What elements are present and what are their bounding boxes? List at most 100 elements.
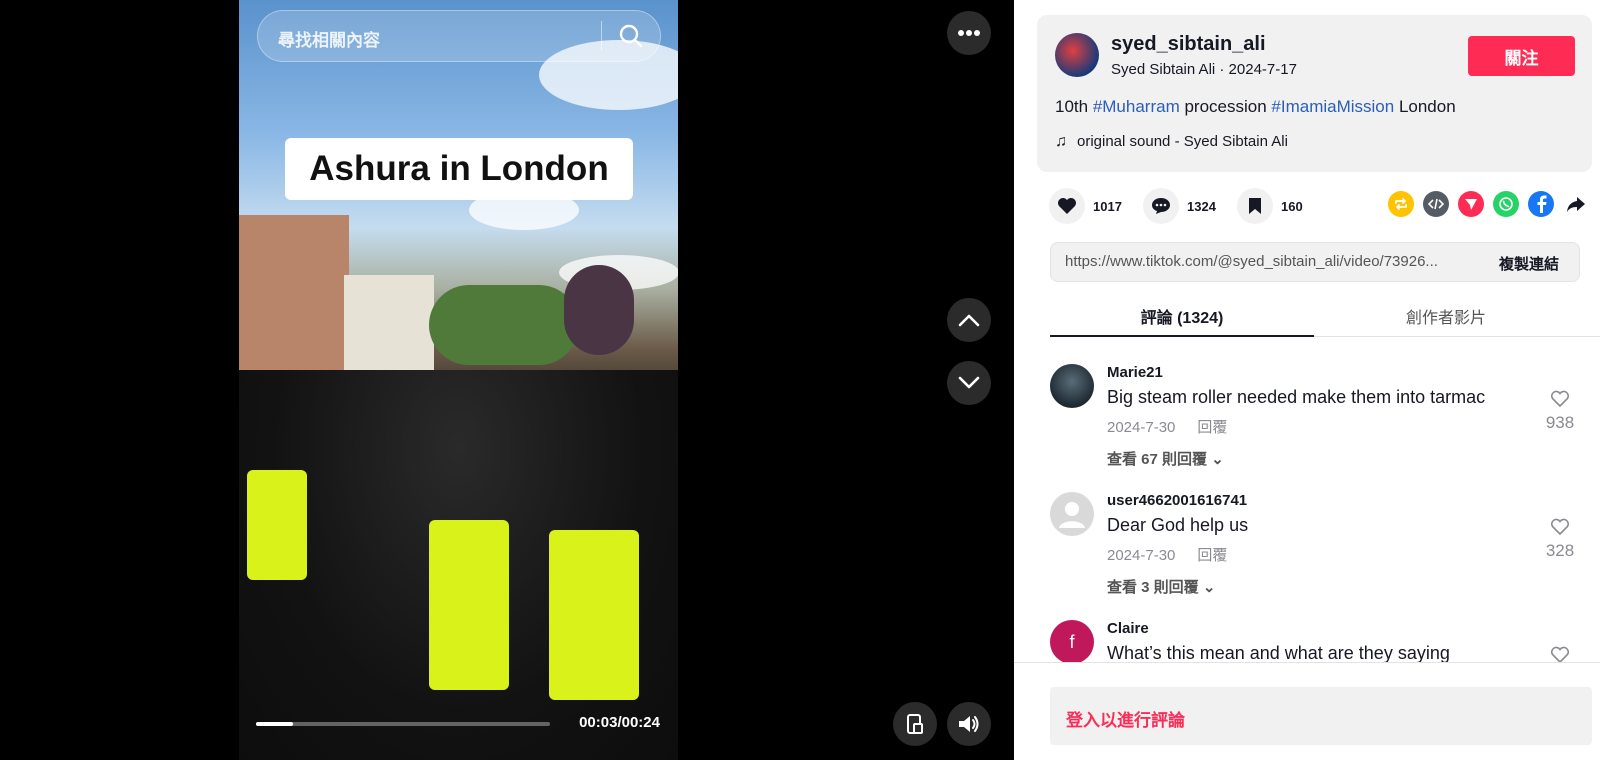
hi-vis-vest (549, 530, 639, 700)
hashtag-imamiamission[interactable]: #ImamiaMission (1271, 97, 1394, 116)
login-to-comment-label[interactable]: 登入以進行評論 (1066, 706, 1185, 731)
comment-item: user4662001616741 Dear God help us 2024-… (1050, 492, 1580, 602)
time-display: 00:03/00:24 (579, 714, 660, 731)
chevron-down-icon: ⌄ (1202, 579, 1216, 596)
more-options-button[interactable] (947, 11, 991, 55)
view-replies-label: 查看 67 則回覆 (1107, 451, 1208, 468)
follow-button[interactable]: 關注 (1468, 36, 1575, 76)
search-placeholder: 尋找相關內容 (278, 31, 380, 50)
video-stage: 尋找相關內容 Ashura in London 00:03/00:24 (0, 0, 1014, 760)
volume-button[interactable] (947, 702, 991, 746)
comment-like[interactable]: 328 (1540, 518, 1580, 561)
chevron-down-icon (958, 376, 980, 389)
heart-outline-icon[interactable] (1540, 518, 1580, 541)
video-caption: Ashura in London (285, 138, 633, 200)
whatsapp-icon[interactable] (1493, 191, 1519, 217)
hashtag-muharram[interactable]: #Muharram (1093, 97, 1180, 116)
heart-icon[interactable] (1049, 188, 1085, 224)
detail-panel: syed_sibtain_ali Syed Sibtain Ali · 2024… (1014, 0, 1600, 760)
comment-date: 2024-7-30 (1107, 547, 1176, 564)
mini-player-button[interactable] (893, 702, 937, 746)
comment-avatar[interactable] (1050, 364, 1094, 408)
reply-button[interactable]: 回覆 (1197, 547, 1227, 564)
author-username[interactable]: syed_sibtain_ali (1111, 33, 1266, 56)
progress-fill (256, 722, 293, 726)
tree (429, 285, 579, 365)
desc-text: procession (1179, 97, 1272, 116)
share-arrow-icon[interactable] (1563, 191, 1589, 217)
view-replies-label: 查看 3 則回覆 (1107, 579, 1199, 596)
like-count: 1017 (1093, 198, 1122, 214)
send-icon[interactable] (1458, 191, 1484, 217)
share-link-box: https://www.tiktok.com/@syed_sibtain_ali… (1050, 242, 1580, 282)
comment-avatar[interactable]: f (1050, 620, 1094, 662)
comment-text: Dear God help us (1107, 515, 1249, 535)
comment-text: Big steam roller needed make them into t… (1107, 387, 1486, 407)
search-icon[interactable] (618, 23, 644, 49)
comment-meta: 2024-7-30 回覆 (1107, 544, 1249, 565)
house (239, 215, 349, 375)
view-replies-button[interactable]: 查看 67 則回覆 ⌄ (1107, 448, 1224, 469)
view-replies-button[interactable]: 查看 3 則回覆 ⌄ (1107, 576, 1215, 597)
desc-text: London (1394, 97, 1456, 116)
comment-list: Marie21 Big steam roller needed make the… (1014, 340, 1600, 662)
comment-avatar[interactable] (1050, 492, 1094, 536)
comment-username[interactable]: user4662001616741 (1107, 492, 1247, 509)
hi-vis-vest (429, 520, 509, 690)
next-video-button[interactable] (947, 361, 991, 405)
share-url[interactable]: https://www.tiktok.com/@syed_sibtain_ali… (1065, 253, 1475, 270)
comment-item: Marie21 Big steam roller needed make the… (1050, 364, 1580, 474)
comment-like-count: 328 (1545, 541, 1575, 560)
comment-action[interactable]: 1324 (1143, 188, 1216, 224)
heart-outline-icon[interactable] (1540, 646, 1580, 662)
author-avatar[interactable] (1055, 33, 1099, 77)
search-divider (601, 21, 602, 51)
active-tab-indicator (1050, 335, 1314, 337)
embed-icon[interactable] (1423, 191, 1449, 217)
tab-creator-videos[interactable]: 創作者影片 (1314, 304, 1578, 328)
comment-like[interactable]: 938 (1540, 390, 1580, 433)
comment-username[interactable]: Claire (1107, 620, 1149, 637)
desc-text: 10th (1055, 97, 1093, 116)
bookmark-icon[interactable] (1237, 188, 1273, 224)
comment-count: 1324 (1187, 198, 1216, 214)
comment-item: f Claire What’s this mean and what are t… (1050, 620, 1580, 662)
search-input[interactable]: 尋找相關內容 (257, 10, 661, 62)
phone-icon (907, 714, 923, 734)
comment-date: 2024-7-30 (1107, 419, 1176, 436)
login-to-comment-bar[interactable]: 登入以進行評論 (1050, 687, 1592, 745)
comment-text: What’s this mean and what are they sayin… (1107, 643, 1450, 662)
previous-video-button[interactable] (947, 298, 991, 342)
save-action[interactable]: 160 (1237, 188, 1303, 224)
save-count: 160 (1281, 198, 1303, 214)
comment-icon[interactable] (1143, 188, 1179, 224)
comment-meta: 2024-7-30 回覆 (1107, 416, 1249, 437)
author-nickname-date: Syed Sibtain Ali · 2024-7-17 (1111, 61, 1297, 78)
hi-vis-vest (247, 470, 307, 580)
reply-button[interactable]: 回覆 (1197, 419, 1227, 436)
house (344, 275, 434, 375)
comment-like[interactable] (1540, 646, 1580, 662)
copy-link-button[interactable]: 複製連結 (1499, 253, 1559, 274)
tree (564, 265, 634, 355)
heart-outline-icon[interactable] (1540, 390, 1580, 413)
divider (1014, 662, 1600, 663)
like-action[interactable]: 1017 (1049, 188, 1122, 224)
video-player[interactable]: 尋找相關內容 Ashura in London 00:03/00:24 (239, 0, 678, 760)
sound-link[interactable]: ♫ original sound - Syed Sibtain Ali (1055, 133, 1288, 151)
post-description: 10th #Muharram procession #ImamiaMission… (1055, 97, 1456, 117)
sound-label: original sound - Syed Sibtain Ali (1077, 133, 1288, 150)
tab-comments[interactable]: 評論 (1324) (1050, 304, 1314, 328)
more-icon (958, 30, 980, 36)
volume-icon (959, 716, 979, 732)
repost-icon[interactable] (1388, 191, 1414, 217)
music-note-icon: ♫ (1055, 133, 1067, 150)
progress-bar[interactable] (256, 722, 550, 726)
chevron-up-icon (958, 314, 980, 327)
tab-bar: 評論 (1324) 創作者影片 (1050, 298, 1600, 337)
comment-like-count: 938 (1545, 413, 1575, 432)
comment-username[interactable]: Marie21 (1107, 364, 1163, 381)
post-info-card: syed_sibtain_ali Syed Sibtain Ali · 2024… (1037, 15, 1592, 172)
chevron-down-icon: ⌄ (1211, 451, 1224, 468)
facebook-icon[interactable] (1528, 191, 1554, 217)
